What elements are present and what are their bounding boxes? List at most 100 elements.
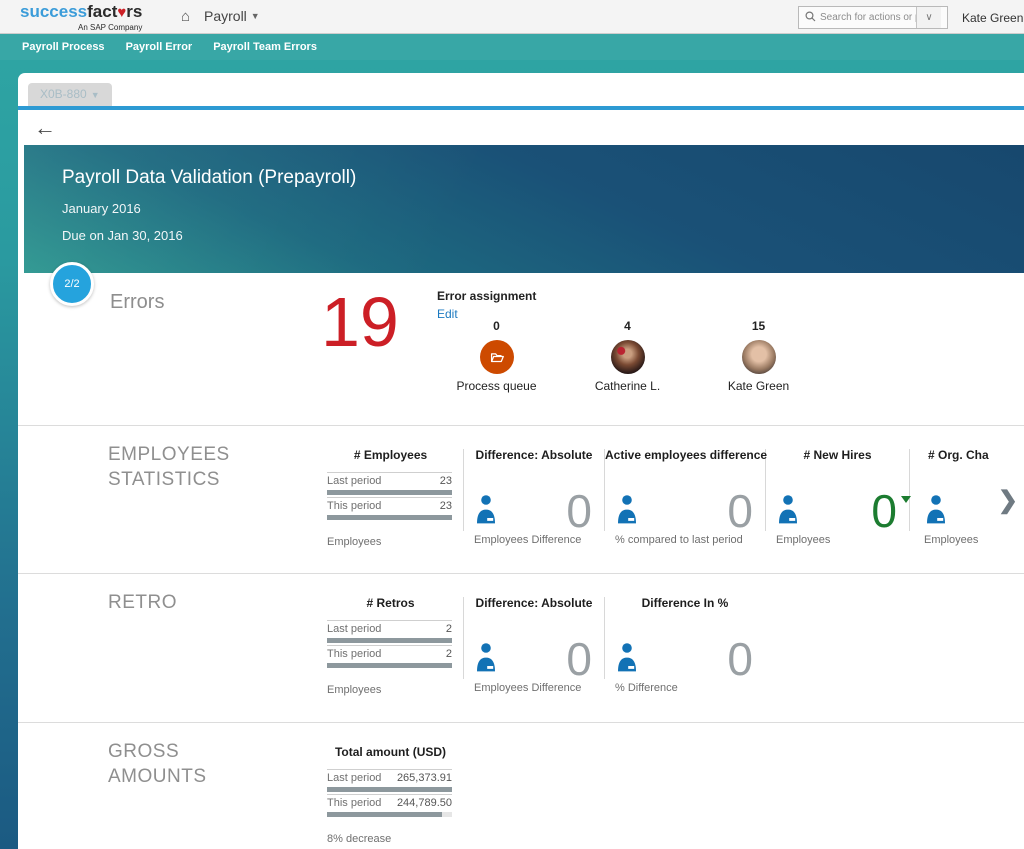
table-row: Last period23 (327, 472, 452, 487)
kpi-tile-retros[interactable]: # Retros Last period 2 This period 2 Emplo… (318, 574, 463, 722)
section-columns: # Retros Last period 2 This period 2 Emplo… (318, 574, 1024, 722)
table-row: This period 23 (327, 497, 452, 512)
employee-minus-icon (474, 493, 498, 530)
row-value: 23 (440, 500, 452, 512)
row-value: 2 (446, 648, 452, 660)
kpi-label: Employees (924, 534, 978, 546)
search-scope-dropdown[interactable]: ∨ (916, 7, 941, 28)
kpi-label: Employees Difference (474, 682, 581, 694)
kpi-tile-total-amount[interactable]: Total amount (USD) Last period265,373.91… (318, 723, 463, 849)
kpi-tile-employees[interactable]: # Employees Last period23 This period 23 … (318, 426, 463, 573)
kpi-sections: EMPLOYEES STATISTICS # Employees Last pe… (18, 425, 1024, 849)
tile-title: # Employees (318, 448, 463, 462)
period-table: Last period265,373.91 This period244,789… (327, 769, 452, 845)
user-menu[interactable]: Kate Green (962, 11, 1023, 25)
kpi-value: 0 (727, 640, 753, 678)
successfactors-logo: successfact♥rs An SAP Company (20, 3, 142, 36)
section-retro: RETRO # Retros Last period 2 This period 2… (18, 573, 1024, 722)
table-row: This period244,789.50 (327, 794, 452, 809)
chevron-down-icon: ▼ (91, 90, 100, 100)
employee-minus-icon (474, 641, 498, 678)
bar-track (327, 787, 452, 792)
bar (327, 515, 452, 520)
nav-item-payroll-process[interactable]: Payroll Process (22, 41, 105, 53)
avatar-catherine[interactable] (611, 340, 645, 374)
kpi-tile-retro-difference-percent[interactable]: Difference In % 0 % Difference (605, 574, 765, 722)
employee-minus-icon (924, 493, 948, 530)
tab-label: X0B-880 (40, 87, 87, 101)
kpi-tile-retro-difference-absolute[interactable]: Difference: Absolute 0 Employees Differe… (464, 574, 604, 722)
kpi-tile-difference-absolute[interactable]: Difference: Absolute 0 Employees Differe… (464, 426, 604, 573)
kpi-value: 0 (871, 485, 897, 537)
assignee-count: 15 (693, 319, 824, 333)
section-columns: Total amount (USD) Last period265,373.91… (318, 723, 1024, 849)
back-button[interactable]: ← (34, 118, 56, 138)
kpi-tile-active-employees-difference[interactable]: Active employees difference 0 % compared… (605, 426, 765, 573)
table-row: Last period265,373.91 (327, 769, 452, 784)
bar (327, 638, 452, 643)
row-value: 265,373.91 (397, 772, 452, 784)
assignee-name: Process queue (431, 379, 562, 393)
row-label: This period (327, 500, 381, 512)
assignee-count: 4 (562, 319, 693, 333)
tab-bar: X0B-880 ▼ (18, 73, 1024, 110)
row-value: 23 (440, 475, 452, 487)
bar-track (327, 490, 452, 495)
section-title: EMPLOYEES STATISTICS (108, 442, 243, 492)
bar-track (327, 515, 452, 520)
nav-item-payroll-error[interactable]: Payroll Error (126, 41, 193, 53)
banner-due-date: Due on Jan 30, 2016 (62, 228, 183, 243)
search-input[interactable] (820, 12, 916, 23)
kpi-value-positive: 0 (871, 492, 897, 530)
kpi-label: % Difference (615, 682, 678, 694)
step-badge: 2/2 (50, 262, 94, 306)
carousel-next-icon[interactable]: ❯ (998, 486, 1018, 515)
row-value: 244,789.50 (397, 797, 452, 809)
bar (327, 490, 452, 495)
kpi-label: Employees (776, 534, 830, 546)
assignee-name: Kate Green (693, 379, 824, 393)
tile-title: Difference In % (605, 596, 765, 610)
kpi-value: 0 (566, 640, 592, 678)
avatar-kate[interactable] (742, 340, 776, 374)
content-card: X0B-880 ▼ ← Payroll Data Validation (Prep… (18, 73, 1024, 849)
errors-section-label: Errors (110, 291, 164, 314)
period-table: Last period 2 This period 2 Employees (327, 620, 452, 696)
period-table: Last period23 This period 23 Employees (327, 472, 452, 548)
assignee-process-queue: 0 Process queue (431, 319, 562, 393)
table-row: This period 2 (327, 645, 452, 660)
module-selector[interactable]: Payroll▼ (204, 8, 260, 24)
tile-title: # Retros (318, 596, 463, 610)
tile-footer: Employees (327, 684, 452, 696)
kpi-tile-new-hires[interactable]: # New Hires 0 Employees (766, 426, 909, 573)
section-columns: # Employees Last period23 This period 23 … (318, 426, 1024, 573)
section-title: RETRO (108, 590, 243, 615)
assignee-catherine: 4 Catherine L. (562, 319, 693, 393)
chevron-down-icon: ▼ (251, 11, 260, 21)
table-row: Last period 2 (327, 620, 452, 635)
banner-period: January 2016 (62, 201, 141, 216)
kpi-value: 0 (727, 492, 753, 530)
tile-title: # Org. Cha (910, 448, 1024, 462)
tile-title: # New Hires (766, 448, 909, 462)
bar (327, 812, 442, 817)
tab-x0b-880[interactable]: X0B-880 ▼ (28, 83, 112, 106)
bar (327, 787, 452, 792)
bar (327, 663, 452, 668)
errors-count: 19 (321, 287, 399, 357)
action-search[interactable]: ∨ (798, 6, 948, 29)
row-label: Last period (327, 623, 381, 635)
tile-footer: 8% decrease (327, 833, 452, 845)
home-icon[interactable]: ⌂ (181, 8, 190, 25)
process-banner: Payroll Data Validation (Prepayroll) Jan… (24, 145, 1024, 273)
bar-track (327, 638, 452, 643)
section-title: GROSS AMOUNTS (108, 739, 243, 789)
row-value: 2 (446, 623, 452, 635)
nav-item-payroll-team-errors[interactable]: Payroll Team Errors (213, 41, 317, 53)
tile-footer: Employees (327, 536, 452, 548)
process-queue-icon[interactable] (480, 340, 514, 374)
row-label: This period (327, 648, 381, 660)
assignee-count: 0 (431, 319, 562, 333)
tile-title: Active employees difference (605, 448, 765, 462)
banner-title: Payroll Data Validation (Prepayroll) (62, 167, 356, 189)
